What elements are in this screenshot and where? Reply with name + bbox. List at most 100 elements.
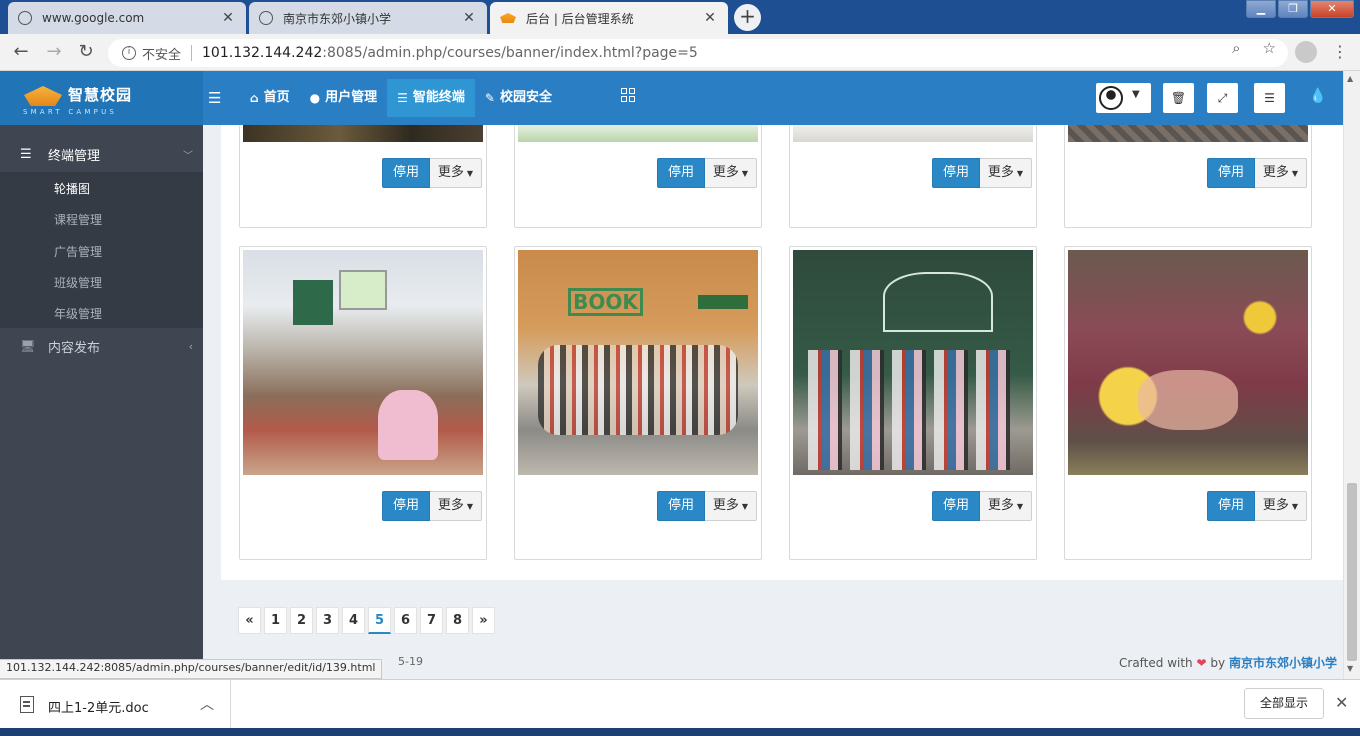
green-arrow-sign: [698, 295, 748, 309]
banner-image[interactable]: [518, 125, 758, 142]
forward-arrow-icon[interactable]: →: [42, 41, 66, 65]
chevron-up-icon[interactable]: ︿: [200, 694, 214, 714]
sidebar-item-grades[interactable]: 年级管理: [54, 305, 102, 322]
sidebar-item-classes[interactable]: 班级管理: [54, 274, 102, 291]
sidebar-item-ads[interactable]: 广告管理: [54, 243, 102, 260]
nav-label: 智能终端: [412, 90, 465, 105]
sidebar-item-courses[interactable]: 课程管理: [54, 211, 102, 228]
pagination-page-current[interactable]: 5: [368, 607, 391, 634]
close-icon[interactable]: ✕: [1335, 693, 1348, 712]
banner-image[interactable]: [243, 125, 483, 142]
pagination-prev[interactable]: «: [238, 607, 261, 634]
maximize-button[interactable]: ❐: [1278, 0, 1308, 18]
banner-image[interactable]: [1068, 125, 1308, 142]
bookmark-star-icon[interactable]: ☆: [1263, 39, 1276, 57]
disable-button[interactable]: 停用: [932, 158, 980, 188]
pagination-page[interactable]: 1: [264, 607, 287, 634]
more-dropdown-button[interactable]: 更多 ▼: [980, 491, 1032, 521]
download-filename: 四上1-2单元.doc: [48, 701, 149, 716]
document-icon: [20, 696, 34, 713]
tab-admin[interactable]: 后台 | 后台管理系统 ✕: [490, 2, 728, 34]
globe-icon: [259, 11, 273, 25]
footer-brand-link[interactable]: 南京市东郊小镇小学: [1229, 656, 1337, 670]
pagination-page[interactable]: 2: [290, 607, 313, 634]
more-dropdown-button[interactable]: 更多 ▼: [1255, 158, 1307, 188]
nav-smart-terminal[interactable]: ☰ 智能终端: [387, 79, 475, 117]
scroll-up-icon[interactable]: ▲: [1347, 74, 1353, 83]
disable-button[interactable]: 停用: [382, 158, 430, 188]
disable-button[interactable]: 停用: [657, 491, 705, 521]
new-tab-button[interactable]: +: [734, 4, 761, 31]
nav-campus-safety[interactable]: ✎ 校园安全: [475, 79, 562, 117]
trash-button[interactable]: 🗑: [1163, 83, 1194, 113]
disable-button[interactable]: 停用: [657, 158, 705, 188]
disable-button[interactable]: 停用: [1207, 158, 1255, 188]
more-dropdown-button[interactable]: 更多 ▼: [1255, 491, 1307, 521]
apps-grid-icon[interactable]: [621, 88, 635, 102]
scroll-thumb[interactable]: [1347, 483, 1357, 661]
more-dropdown-button[interactable]: 更多 ▼: [430, 158, 482, 188]
pagination-page[interactable]: 3: [316, 607, 339, 634]
address-bar: ← → ↻ i 不安全 101.132.144.242:8085/admin.p…: [0, 34, 1360, 71]
download-item[interactable]: 四上1-2单元.doc ︿: [0, 680, 231, 729]
scroll-down-icon[interactable]: ▼: [1347, 664, 1353, 673]
pagination-next[interactable]: »: [472, 607, 495, 634]
globe-icon: [18, 11, 32, 25]
pagination-page[interactable]: 6: [394, 607, 417, 634]
pagination-page[interactable]: 7: [420, 607, 443, 634]
banner-image[interactable]: BOOK: [518, 250, 758, 475]
close-icon[interactable]: ✕: [702, 10, 718, 26]
pagination-page[interactable]: 8: [446, 607, 469, 634]
book-sign: BOOK: [568, 288, 643, 316]
status-bar-url: 101.132.144.242:8085/admin.php/courses/b…: [0, 659, 383, 679]
zoom-icon[interactable]: ⌕: [1232, 39, 1240, 57]
sidebar-item-carousel[interactable]: 轮播图: [54, 180, 90, 197]
hamburger-icon[interactable]: ☰: [208, 89, 221, 107]
minimize-button[interactable]: ▁: [1246, 0, 1276, 18]
more-dropdown-button[interactable]: 更多 ▼: [705, 158, 757, 188]
show-all-button[interactable]: 全部显示: [1244, 688, 1324, 719]
close-icon[interactable]: ✕: [220, 10, 236, 26]
url-input[interactable]: i 不安全 101.132.144.242:8085/admin.php/cou…: [108, 39, 1288, 67]
browser-window: www.google.com ✕ 南京市东郊小镇小学 ✕ 后台 | 后台管理系统…: [0, 0, 1360, 736]
pagination-page[interactable]: 4: [342, 607, 365, 634]
sidebar-group-content[interactable]: 🖥 内容发布 ‹: [0, 331, 203, 361]
disable-button[interactable]: 停用: [382, 491, 430, 521]
caret-down-icon: ▼: [741, 169, 749, 178]
tab-google[interactable]: www.google.com ✕: [8, 2, 246, 34]
disable-button[interactable]: 停用: [932, 491, 980, 521]
banner-image[interactable]: [1068, 250, 1308, 475]
sidebar-group-terminal[interactable]: ☰ 终端管理 ﹀: [0, 138, 203, 170]
school-hat-icon: [500, 13, 516, 23]
projector-screen: [339, 270, 387, 310]
tab-title: www.google.com: [42, 11, 145, 25]
more-dropdown-button[interactable]: 更多 ▼: [430, 491, 482, 521]
caret-down-icon: ▼: [1291, 169, 1299, 178]
more-dropdown-button[interactable]: 更多 ▼: [705, 491, 757, 521]
expand-button[interactable]: ⤢: [1207, 83, 1238, 113]
page-scrollbar[interactable]: ▲ ▼: [1343, 71, 1360, 679]
settings-button[interactable]: ☰: [1254, 83, 1285, 113]
banner-image[interactable]: [793, 250, 1033, 475]
tab-school-site[interactable]: 南京市东郊小镇小学 ✕: [249, 2, 487, 34]
browser-menu-icon[interactable]: ⋮: [1332, 42, 1348, 61]
nav-user-management[interactable]: ● 用户管理: [300, 79, 388, 117]
disable-button[interactable]: 停用: [1207, 491, 1255, 521]
nav-home[interactable]: ⌂ 首页: [240, 79, 300, 117]
banner-image[interactable]: [243, 250, 483, 475]
info-icon[interactable]: i: [122, 46, 136, 60]
reload-icon[interactable]: ↻: [74, 41, 98, 65]
user-menu-button[interactable]: ▼: [1096, 83, 1151, 113]
back-arrow-icon[interactable]: ←: [9, 41, 33, 65]
top-nav: ⌂ 首页 ● 用户管理 ☰ 智能终端 ✎ 校园安全: [240, 79, 562, 117]
chevron-down-icon: ﹀: [183, 150, 193, 162]
theme-drop-icon[interactable]: 💧: [1309, 88, 1326, 104]
url-path: :8085/admin.php/courses/banner/index.htm…: [322, 45, 698, 61]
close-window-button[interactable]: ✕: [1310, 0, 1354, 18]
banner-image[interactable]: [793, 125, 1033, 142]
more-dropdown-button[interactable]: 更多 ▼: [980, 158, 1032, 188]
close-icon[interactable]: ✕: [461, 10, 477, 26]
more-label: 更多: [437, 498, 464, 513]
profile-avatar-icon[interactable]: [1295, 41, 1317, 63]
logo[interactable]: 智慧校园 SMART CAMPUS: [0, 71, 203, 125]
